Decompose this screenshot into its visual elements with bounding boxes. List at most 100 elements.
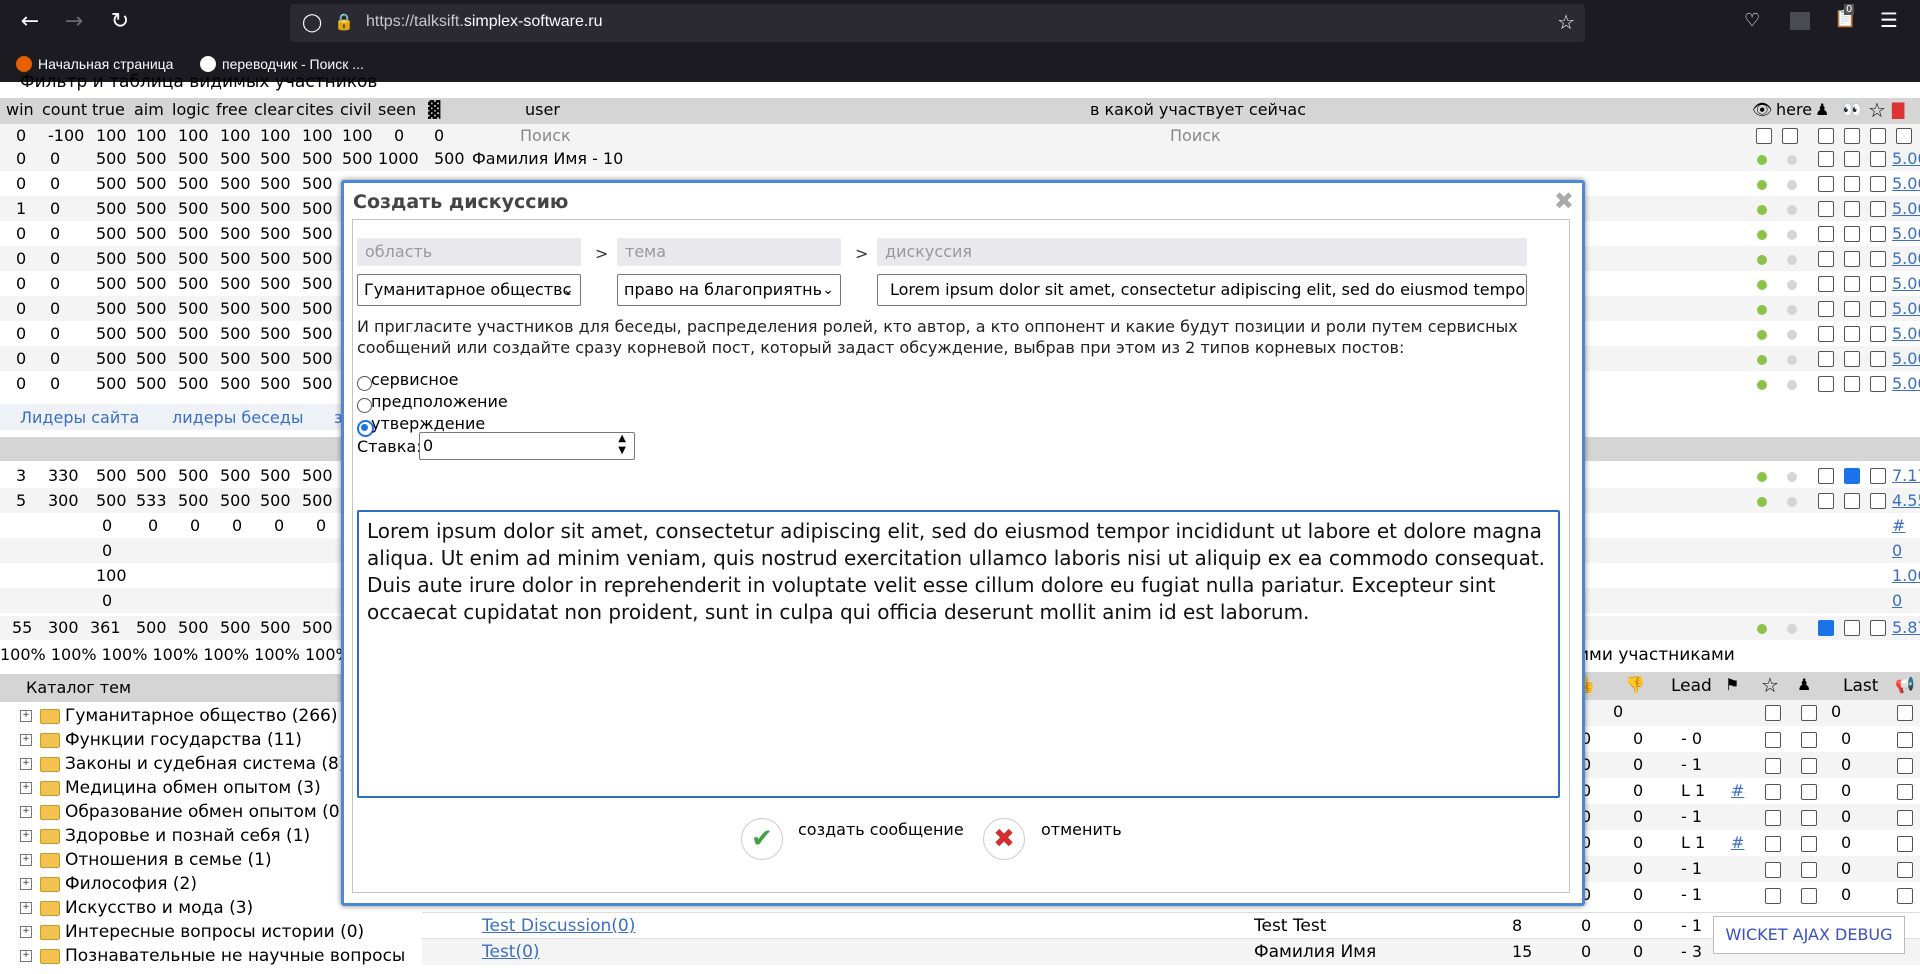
- row-checkbox[interactable]: [1870, 620, 1886, 636]
- row-checkbox[interactable]: [1765, 862, 1781, 878]
- row-checkbox[interactable]: [1818, 251, 1834, 267]
- expand-icon[interactable]: +: [20, 854, 32, 866]
- dog-icon[interactable]: ♟: [1815, 100, 1829, 119]
- row-checkbox[interactable]: [1897, 758, 1913, 774]
- discussion-link[interactable]: Test(0): [482, 942, 540, 962]
- right-filter-last[interactable]: 0: [1831, 702, 1841, 721]
- col-lead[interactable]: Lead: [1671, 676, 1712, 696]
- rating-link[interactable]: 5.00: [1892, 324, 1920, 343]
- tab-conversation-leaders[interactable]: лидеры беседы: [172, 408, 303, 427]
- row-checkbox[interactable]: [1844, 468, 1860, 484]
- filter-checkbox[interactable]: [1870, 128, 1886, 144]
- row-user[interactable]: Фамилия Имя - 10: [472, 149, 623, 168]
- search-user[interactable]: Поиск: [520, 126, 571, 145]
- row-checkbox[interactable]: [1870, 226, 1886, 242]
- dog-icon[interactable]: ♟: [1797, 675, 1811, 694]
- megaphone-icon[interactable]: 📢: [1895, 675, 1915, 694]
- forward-icon[interactable]: →: [62, 10, 86, 34]
- row-checkbox[interactable]: [1844, 151, 1860, 167]
- create-message-button[interactable]: ✔: [741, 818, 783, 860]
- flag-link[interactable]: #: [1731, 833, 1744, 852]
- col-last[interactable]: Last: [1843, 676, 1878, 696]
- row-checkbox[interactable]: [1765, 836, 1781, 852]
- row-checkbox[interactable]: [1801, 758, 1817, 774]
- col-win[interactable]: win: [6, 100, 34, 119]
- rating-link[interactable]: 1.00: [1892, 566, 1920, 585]
- catalog-item[interactable]: + Интересные вопросы истории (0): [20, 922, 364, 942]
- catalog-item[interactable]: + Познавательные не научные вопросы: [20, 946, 405, 966]
- expand-icon[interactable]: +: [20, 926, 32, 938]
- row-checkbox[interactable]: [1870, 326, 1886, 342]
- menu-icon[interactable]: ☰: [1880, 8, 1898, 32]
- row-checkbox[interactable]: [1897, 810, 1913, 826]
- rating-link[interactable]: 5.00: [1892, 274, 1920, 293]
- filter-cites[interactable]: 100: [302, 126, 333, 145]
- catalog-item[interactable]: + Функции государства (11): [20, 730, 302, 750]
- row-checkbox[interactable]: [1765, 758, 1781, 774]
- row-checkbox[interactable]: [1844, 376, 1860, 392]
- row-checkbox[interactable]: [1801, 862, 1817, 878]
- bars-icon[interactable]: ▓: [428, 100, 440, 119]
- discussion-link[interactable]: Test Discussion(0): [482, 916, 635, 936]
- catalog-item[interactable]: + Медицина обмен опытом (3): [20, 778, 321, 798]
- chart-color-icon[interactable]: ▇: [1892, 100, 1904, 119]
- row-checkbox[interactable]: [1801, 836, 1817, 852]
- rating-link[interactable]: #: [1892, 516, 1905, 535]
- expand-icon[interactable]: +: [20, 782, 32, 794]
- col-seen[interactable]: seen: [378, 100, 416, 119]
- row-checkbox[interactable]: [1818, 620, 1834, 636]
- filter-checkbox[interactable]: [1756, 128, 1772, 144]
- filter-count[interactable]: -100: [48, 126, 84, 145]
- catalog-item[interactable]: + Философия (2): [20, 874, 197, 894]
- rating-link[interactable]: 7.17: [1892, 466, 1920, 485]
- row-checkbox[interactable]: [1844, 493, 1860, 509]
- row-checkbox[interactable]: [1818, 376, 1834, 392]
- rating-link[interactable]: 5.00: [1892, 299, 1920, 318]
- radio-assumption[interactable]: [357, 398, 372, 413]
- filter-aim[interactable]: 100: [136, 126, 167, 145]
- row-checkbox[interactable]: [1844, 201, 1860, 217]
- row-checkbox[interactable]: [1818, 276, 1834, 292]
- cancel-label[interactable]: отменить: [1041, 820, 1122, 839]
- row-checkbox[interactable]: [1897, 732, 1913, 748]
- filter-clear[interactable]: 100: [260, 126, 291, 145]
- url-bar[interactable]: ◯ 🔒 https://talksift.simplex-software.ru…: [290, 4, 1585, 42]
- shield-icon[interactable]: ◯: [302, 12, 322, 33]
- filter-checkbox[interactable]: [1782, 128, 1798, 144]
- col-true[interactable]: true: [92, 100, 125, 119]
- row-checkbox[interactable]: [1801, 732, 1817, 748]
- row-checkbox[interactable]: [1844, 251, 1860, 267]
- row-checkbox[interactable]: [1801, 810, 1817, 826]
- row-checkbox[interactable]: [1818, 176, 1834, 192]
- expand-icon[interactable]: +: [20, 758, 32, 770]
- row-checkbox[interactable]: [1870, 468, 1886, 484]
- col-here[interactable]: here: [1776, 100, 1812, 119]
- row-checkbox[interactable]: [1897, 888, 1913, 904]
- star-icon[interactable]: ☆: [1868, 98, 1886, 122]
- filter-true[interactable]: 100: [96, 126, 127, 145]
- rating-link[interactable]: 5.00: [1892, 149, 1920, 168]
- row-checkbox[interactable]: [1870, 201, 1886, 217]
- row-checkbox[interactable]: [1897, 862, 1913, 878]
- hidden-eye-icon[interactable]: 👀: [1842, 100, 1862, 119]
- search-now[interactable]: Поиск: [1170, 126, 1221, 145]
- catalog-item[interactable]: + Законы и судебная система (8): [20, 754, 345, 774]
- catalog-item[interactable]: + Искусство и мода (3): [20, 898, 253, 918]
- filter-seen[interactable]: 0: [394, 126, 404, 145]
- radio-assumption-label[interactable]: предположение: [371, 392, 508, 411]
- rating-link[interactable]: 0: [1892, 541, 1902, 560]
- post-body-textarea[interactable]: Lorem ipsum dolor sit amet, consectetur …: [357, 510, 1560, 798]
- topic-select[interactable]: право на благоприятнь ⌄: [617, 274, 841, 306]
- close-icon[interactable]: ✖: [1554, 187, 1574, 215]
- row-checkbox[interactable]: [1818, 326, 1834, 342]
- expand-icon[interactable]: +: [20, 878, 32, 890]
- pocket-icon[interactable]: ♡: [1744, 10, 1760, 31]
- row-checkbox[interactable]: [1844, 351, 1860, 367]
- row-checkbox[interactable]: [1818, 493, 1834, 509]
- expand-icon[interactable]: +: [20, 830, 32, 842]
- flag-link[interactable]: #: [1731, 781, 1744, 800]
- row-checkbox[interactable]: [1765, 888, 1781, 904]
- right-filter-value[interactable]: 0: [1613, 702, 1623, 721]
- area-field[interactable]: область: [357, 238, 581, 266]
- row-checkbox[interactable]: [1870, 251, 1886, 267]
